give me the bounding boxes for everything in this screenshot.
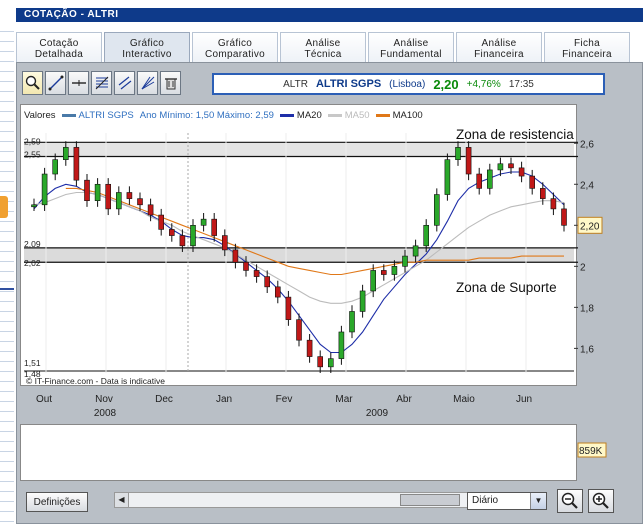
last-price: 2,20 bbox=[433, 76, 459, 92]
tab-label-2: Comparativo bbox=[205, 49, 265, 60]
bottom-controls: Definições ◀ ▶ Diário ▼ bbox=[22, 488, 637, 516]
tab-analise-financeira[interactable]: Análise Financeira bbox=[456, 32, 542, 62]
tab-label-1: Análise bbox=[393, 38, 429, 49]
tab-label-2: Fundamental bbox=[380, 49, 442, 60]
fibonacci-tool-button[interactable] bbox=[91, 71, 112, 95]
trendline-tool-button[interactable] bbox=[45, 71, 66, 95]
side-tab-marker[interactable] bbox=[0, 196, 8, 218]
window-title: COTAÇÃO - ALTRI bbox=[24, 9, 119, 20]
zoom-out-icon bbox=[561, 492, 578, 509]
horizontal-line-tool-button[interactable] bbox=[68, 71, 89, 95]
period-select[interactable]: Diário ▼ bbox=[467, 492, 547, 510]
tab-label-2: Interactivo bbox=[122, 49, 172, 60]
legend-ma100-label: MA100 bbox=[392, 110, 423, 121]
legend-ma20-label: MA20 bbox=[296, 110, 322, 121]
fibonacci-icon bbox=[95, 76, 108, 90]
legend-range: Ano Mínimo: 1,50 Máximo: 2,59 bbox=[139, 110, 274, 121]
tab-analise-fundamental[interactable]: Análise Fundamental bbox=[368, 32, 454, 62]
fan-icon bbox=[141, 76, 154, 90]
tab-ficha-financeira[interactable]: Ficha Financeira bbox=[544, 32, 630, 62]
legend-values-label: Valores bbox=[24, 110, 56, 121]
zoom-in-button[interactable] bbox=[588, 489, 614, 513]
left-margin-decoration bbox=[0, 22, 14, 531]
legend-series: ALTRI SGPS bbox=[61, 110, 134, 121]
volume-chart-area[interactable] bbox=[20, 424, 577, 481]
tab-label-2: Detalhada bbox=[34, 49, 84, 60]
zoom-in-icon bbox=[592, 492, 609, 509]
tab-grafico-interactivo[interactable]: Gráfico Interactivo bbox=[104, 32, 190, 62]
tab-label-2: Financeira bbox=[474, 49, 524, 60]
price-chart-area[interactable] bbox=[20, 104, 577, 386]
scroll-left-arrow-icon[interactable]: ◀ bbox=[115, 493, 129, 507]
legend-series-name: ALTRI SGPS bbox=[78, 110, 134, 121]
zoom-tool-button[interactable] bbox=[22, 71, 43, 95]
price-change: +4,76% bbox=[466, 78, 501, 90]
chart-legend: Valores ALTRI SGPS Ano Mínimo: 1,50 Máxi… bbox=[24, 110, 423, 121]
delete-tool-button[interactable] bbox=[160, 71, 181, 95]
tab-grafico-comparativo[interactable]: Gráfico Comparativo bbox=[192, 32, 278, 62]
window-title-bar: COTAÇÃO - ALTRI bbox=[16, 8, 643, 22]
legend-ma50-label: MA50 bbox=[344, 110, 370, 121]
zoom-icon bbox=[25, 75, 40, 90]
side-divider bbox=[0, 288, 14, 290]
trendline-icon bbox=[48, 75, 63, 91]
tab-label-1: Análise bbox=[481, 38, 517, 49]
company-name: ALTRI SGPS bbox=[315, 78, 382, 90]
tab-label-1: Gráfico bbox=[217, 38, 253, 49]
tab-bar: Cotação Detalhada Gráfico Interactivo Gr… bbox=[16, 32, 643, 62]
legend-ma20: MA20 bbox=[279, 110, 322, 121]
tab-label-1: Análise bbox=[305, 38, 341, 49]
tab-label-1: Cotação bbox=[39, 38, 79, 49]
definitions-label: Definições bbox=[33, 496, 81, 508]
tab-analise-tecnica[interactable]: Análise Técnica bbox=[280, 32, 366, 62]
tab-cotacao-detalhada[interactable]: Cotação Detalhada bbox=[16, 32, 102, 62]
tab-label-2: Técnica bbox=[304, 49, 342, 60]
legend-ma50: MA50 bbox=[327, 110, 370, 121]
tab-label-1: Ficha bbox=[574, 38, 600, 49]
channel-icon bbox=[118, 76, 131, 90]
horizontal-line-icon bbox=[71, 80, 86, 86]
fan-tool-button[interactable] bbox=[137, 71, 158, 95]
period-value: Diário bbox=[472, 495, 499, 506]
quote-time: 17:35 bbox=[508, 78, 534, 90]
chevron-down-icon: ▼ bbox=[530, 493, 546, 509]
ticker-code: ALTR bbox=[283, 78, 308, 90]
scroll-thumb[interactable] bbox=[400, 494, 460, 506]
trash-icon bbox=[164, 78, 177, 90]
zoom-out-button[interactable] bbox=[557, 489, 583, 513]
exchange-name: (Lisboa) bbox=[389, 78, 426, 90]
definitions-button[interactable]: Definições bbox=[26, 492, 88, 512]
quote-summary: ALTR ALTRI SGPS (Lisboa) 2,20 +4,76% 17:… bbox=[212, 73, 605, 95]
drawing-toolbar bbox=[22, 71, 208, 97]
tab-label-1: Gráfico bbox=[129, 38, 165, 49]
time-scrollbar[interactable]: ◀ ▶ bbox=[114, 492, 487, 508]
channel-tool-button[interactable] bbox=[114, 71, 135, 95]
tab-label-2: Financeira bbox=[562, 49, 612, 60]
legend-ma100: MA100 bbox=[375, 110, 423, 121]
